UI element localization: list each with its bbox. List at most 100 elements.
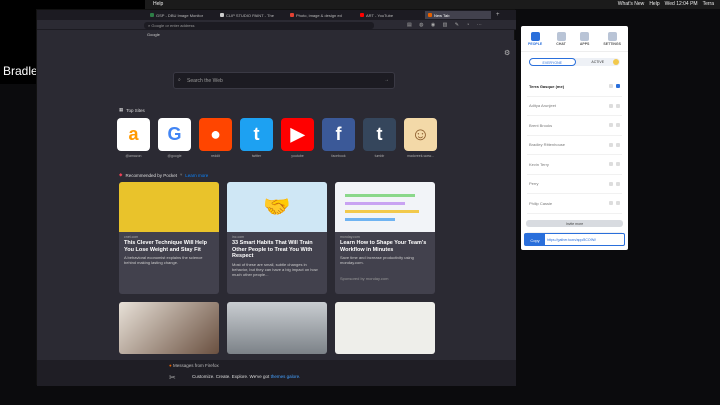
top-site-tile[interactable]: t twitter	[240, 118, 273, 158]
tab-apps[interactable]: APPS	[580, 32, 589, 51]
bookmarks-bar: Google	[37, 30, 516, 39]
story-image	[119, 182, 219, 232]
web-search-input[interactable]: ⌕ Search the Web →	[173, 72, 395, 89]
favicon-icon	[150, 13, 154, 17]
site-logo-icon: f	[322, 118, 355, 151]
people-filter-toggle: EVERYONE ACTIVE	[529, 58, 620, 66]
mic-icon[interactable]	[616, 103, 620, 108]
tab-new-tab[interactable]: New Tab	[425, 11, 491, 19]
story-card[interactable]: monday.com Learn How to Shape Your Team'…	[335, 182, 435, 294]
favicon-icon	[220, 13, 224, 17]
message-title: ● Messages from Firefox	[169, 363, 219, 368]
themes-link[interactable]: themes galore.	[271, 374, 301, 379]
people-list: Terra Gasque (me) Aditya Arunjeet Brent Br…	[527, 77, 622, 233]
invite-button[interactable]: Invite more	[526, 220, 623, 227]
filter-everyone[interactable]: EVERYONE	[529, 58, 576, 66]
user-name[interactable]: Terra	[703, 1, 714, 7]
person-row[interactable]: Kevin Terry	[527, 155, 622, 175]
site-label: @google	[167, 154, 182, 158]
story-card[interactable]	[119, 302, 219, 354]
site-logo-icon: ☺	[404, 118, 437, 151]
site-label: twitter	[251, 154, 262, 158]
video-icon[interactable]	[609, 84, 613, 89]
person-row[interactable]: Bradley Rittenhouse	[527, 136, 622, 155]
top-site-tile[interactable]: f facebook	[322, 118, 355, 158]
site-logo-icon: a	[117, 118, 150, 151]
story-card[interactable]: cnet.com This Clever Technique Will Help…	[119, 182, 219, 294]
mic-icon[interactable]	[616, 201, 620, 206]
person-name: Brent Brooks	[529, 122, 553, 128]
mic-icon[interactable]	[616, 181, 620, 186]
site-label: @amazon	[125, 154, 142, 158]
people-icon	[530, 32, 540, 41]
firefox-message-bar: ● Messages from Firefox Customize. Creat…	[37, 360, 516, 386]
tab-gsp[interactable]: GSP - DBU Image Monitor	[147, 11, 217, 19]
copy-button[interactable]: Copy	[525, 234, 545, 245]
url-input[interactable]: ⌕ Google or enter address	[144, 22, 374, 29]
wrench-icon: ✂	[169, 373, 176, 382]
site-logo-icon: ▶	[281, 118, 314, 151]
menu-extras: What's New Help Wed 12:04 PM Terra	[618, 1, 714, 7]
bookmark-google[interactable]: Google	[147, 32, 160, 37]
person-name: Philip Cassie	[529, 200, 553, 206]
navigation-bar: ⌕ Google or enter address ▤ ◍ ◉ ▥ ✎ ◔ ⋯	[37, 20, 516, 30]
chat-icon	[556, 32, 566, 41]
video-icon[interactable]	[609, 142, 613, 147]
person-row[interactable]: Philip Cassie	[527, 194, 622, 214]
arrow-right-icon[interactable]: →	[384, 77, 389, 83]
mic-icon[interactable]	[616, 162, 620, 167]
top-site-tile[interactable]: ☺ madcreek-www...	[404, 118, 437, 158]
top-site-tile[interactable]: G @google	[158, 118, 191, 158]
search-icon: ⌕	[178, 77, 181, 83]
person-row[interactable]: Perry	[527, 175, 622, 194]
help-menu[interactable]: Help	[153, 1, 163, 7]
top-site-tile[interactable]: ● reddit	[199, 118, 232, 158]
site-logo-icon: ●	[199, 118, 232, 151]
tab-settings[interactable]: SETTINGS	[603, 32, 621, 51]
person-name: Kevin Terry	[529, 161, 549, 167]
person-row[interactable]: Brent Brooks	[527, 116, 622, 136]
video-icon[interactable]	[609, 181, 613, 186]
video-icon[interactable]	[609, 201, 613, 206]
tab-youtube[interactable]: ART - YouTube	[357, 11, 425, 19]
top-site-tile[interactable]: ▶ youtube	[281, 118, 314, 158]
gear-icon[interactable]: ⚙	[504, 49, 510, 57]
person-row[interactable]: Aditya Arunjeet	[527, 97, 622, 116]
mic-icon[interactable]	[616, 142, 620, 147]
tab-photo-editor[interactable]: Photo, image & design ed	[287, 11, 357, 19]
story-card[interactable]	[335, 302, 435, 354]
mic-icon[interactable]	[616, 123, 620, 128]
top-site-tile[interactable]: a @amazon	[117, 118, 150, 158]
site-logo-icon: G	[158, 118, 191, 151]
story-image	[227, 302, 327, 354]
popup-nav: PEOPLE CHAT APPS SETTINGS	[521, 26, 628, 52]
video-icon[interactable]	[609, 103, 613, 108]
toolbar-icons[interactable]: ▤ ◍ ◉ ▥ ✎ ◔ ⋯	[407, 22, 485, 28]
site-label: madcreek-www...	[407, 154, 434, 158]
person-row[interactable]: Terra Gasque (me)	[527, 77, 622, 97]
invite-link[interactable]: https://gather.town/app/8CO9W	[545, 234, 598, 245]
tab-clip-studio[interactable]: CLIP STUDIO PAINT - The	[217, 11, 287, 19]
person-name: Aditya Arunjeet	[529, 103, 556, 109]
video-icon[interactable]	[609, 123, 613, 128]
video-icon[interactable]	[609, 162, 613, 167]
top-site-tile[interactable]: t tumblr	[363, 118, 396, 158]
help-menu-right[interactable]: Help	[649, 1, 659, 7]
tab-people[interactable]: PEOPLE	[528, 32, 542, 51]
story-image	[119, 302, 219, 354]
datetime: Wed 12:04 PM	[664, 1, 698, 7]
favicon-icon	[360, 13, 364, 17]
story-card[interactable]	[227, 302, 327, 354]
mic-icon[interactable]	[616, 84, 620, 89]
learn-more-link[interactable]: Learn more	[185, 173, 208, 178]
pocket-icon: ◆	[119, 172, 123, 177]
tab-chat[interactable]: CHAT	[556, 32, 566, 51]
gather-popup: PEOPLE CHAT APPS SETTINGS EVERYONE ACTIV…	[521, 26, 628, 250]
person-name: Perry	[529, 181, 539, 187]
site-logo-icon: t	[363, 118, 396, 151]
new-tab-plus-icon[interactable]: +	[493, 11, 503, 19]
whats-new-label[interactable]: What's New	[618, 1, 645, 7]
top-sites-grid: a @amazon G @google ● reddit t twitter ▶ youtube f…	[117, 118, 437, 158]
story-card[interactable]: 🤝 inc.com 33 Smart Habits That Will Trai…	[227, 182, 327, 294]
person-actions	[609, 162, 620, 167]
